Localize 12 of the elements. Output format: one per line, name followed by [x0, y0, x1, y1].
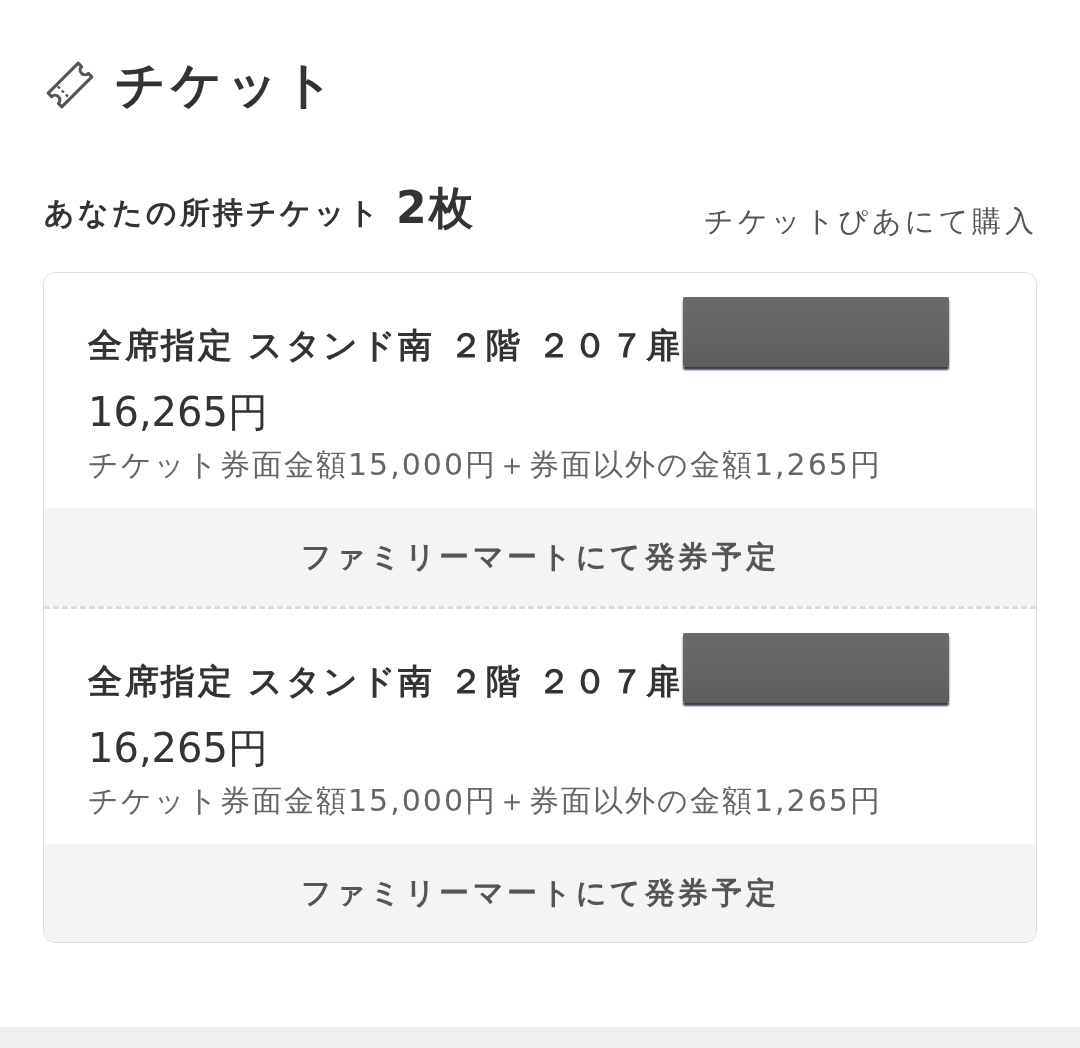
purchase-link[interactable]: チケットぴあにて購入 — [704, 201, 1037, 241]
owned-tickets-label: あなたの所持チケット — [44, 194, 382, 232]
ticket-price: 16,265円 — [88, 724, 269, 773]
issuance-text: ファミリーマートにて発券予定 — [300, 873, 780, 912]
seat-label: 全席指定 スタンド南 ２階 ２０７扉 — [88, 660, 683, 703]
seat-label: 全席指定 スタンド南 ２階 ２０７扉 — [88, 324, 683, 367]
price-breakdown: チケット券面金額15,000円＋券面以外の金額1,265円 — [88, 446, 883, 484]
issuance-text: ファミリーマートにて発券予定 — [300, 537, 780, 576]
page-title: チケット — [115, 57, 339, 113]
ticket-count: 2枚 — [396, 181, 475, 235]
ticket-price: 16,265円 — [88, 388, 269, 437]
price-breakdown: チケット券面金額15,000円＋券面以外の金額1,265円 — [88, 782, 883, 820]
